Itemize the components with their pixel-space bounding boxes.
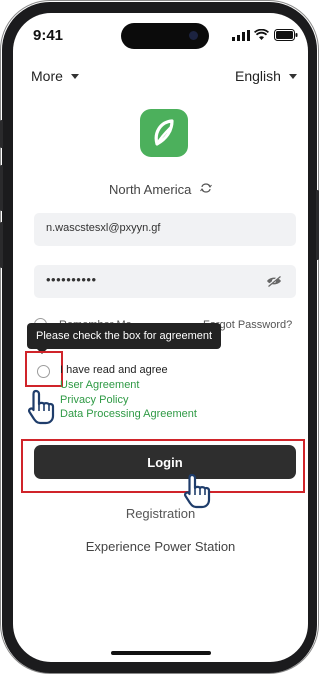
switch-region-icon (200, 183, 212, 193)
battery-icon (274, 29, 298, 41)
front-camera (189, 31, 198, 40)
home-indicator[interactable] (111, 651, 211, 655)
chevron-down-icon (288, 73, 297, 79)
phone-screen: 9:41 More English North America n.wascst… (13, 13, 308, 662)
registration-link[interactable]: Registration (13, 506, 308, 521)
chevron-down-icon (70, 73, 79, 79)
user-agreement-link[interactable]: User Agreement (60, 379, 139, 391)
login-highlight-box (21, 439, 305, 493)
wifi-icon (254, 29, 269, 40)
data-processing-link[interactable]: Data Processing Agreement (60, 408, 197, 420)
email-value: n.wascstesxl@pxyyn.gf (46, 222, 161, 234)
hide-password-icon[interactable] (266, 275, 282, 287)
pointing-hand-icon (184, 473, 211, 509)
app-logo-leaf-icon (154, 119, 174, 146)
app-logo (140, 109, 188, 157)
agreement-text: I have read and agree (60, 364, 168, 376)
password-value: •••••••••• (46, 272, 97, 287)
language-label: English (235, 68, 281, 84)
experience-power-station-link[interactable]: Experience Power Station (13, 539, 308, 554)
signal-icon (232, 30, 250, 41)
privacy-policy-link[interactable]: Privacy Policy (60, 394, 128, 406)
more-dropdown[interactable]: More (31, 68, 79, 84)
agreement-tooltip: Please check the box for agreement (27, 323, 222, 354)
volume-down-button (0, 222, 3, 268)
language-dropdown[interactable]: English (235, 68, 297, 84)
checkbox-highlight-box (25, 351, 63, 387)
status-time: 9:41 (33, 27, 64, 44)
more-label: More (31, 68, 63, 84)
pointing-hand-icon (28, 389, 55, 425)
email-field[interactable]: n.wascstesxl@pxyyn.gf (34, 213, 296, 246)
password-field[interactable]: •••••••••• (34, 265, 296, 298)
power-button (316, 190, 319, 260)
region-selector[interactable]: North America (13, 181, 308, 197)
volume-up-button (0, 165, 3, 211)
mute-switch (0, 120, 3, 148)
region-label: North America (109, 182, 192, 198)
